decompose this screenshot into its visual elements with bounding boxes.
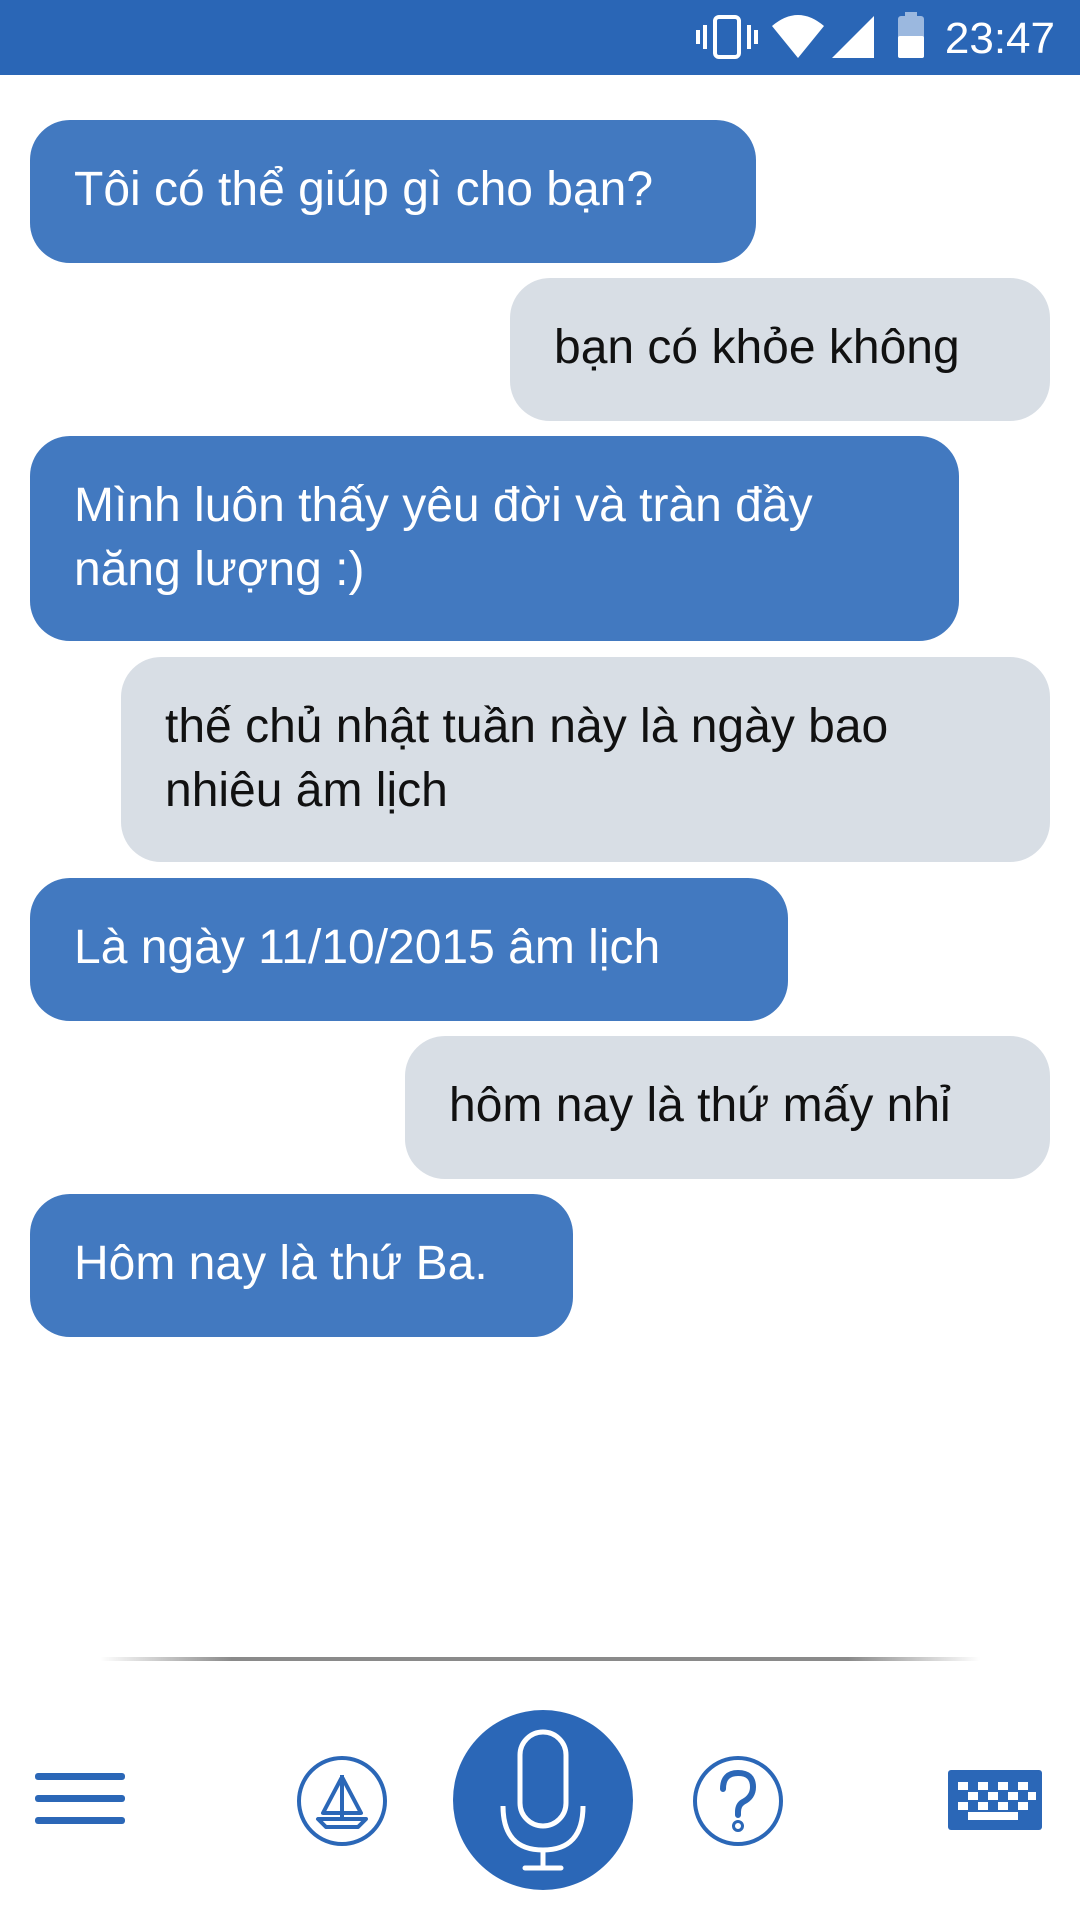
user-message: thế chủ nhật tuần này là ngày bao nhiêu … bbox=[121, 657, 1050, 862]
assistant-message: Mình luôn thấy yêu đời và tràn đầy năng … bbox=[30, 436, 959, 641]
boat-icon[interactable] bbox=[296, 1755, 388, 1847]
status-bar: 23:47 bbox=[0, 0, 1080, 75]
menu-icon[interactable] bbox=[30, 1770, 130, 1830]
assistant-message: Hôm nay là thứ Ba. bbox=[30, 1194, 573, 1337]
divider bbox=[100, 1657, 980, 1661]
assistant-message: Là ngày 11/10/2015 âm lịch bbox=[30, 878, 788, 1021]
user-message: hôm nay là thứ mấy nhỉ bbox=[405, 1036, 1050, 1179]
status-icons bbox=[696, 12, 924, 59]
keyboard-icon[interactable] bbox=[946, 1768, 1044, 1832]
microphone-button[interactable] bbox=[453, 1710, 633, 1890]
assistant-message: Tôi có thể giúp gì cho bạn? bbox=[30, 120, 756, 263]
microphone-icon bbox=[500, 1729, 586, 1871]
help-icon[interactable] bbox=[692, 1755, 784, 1847]
wifi-icon bbox=[772, 15, 824, 58]
chat-area: Tôi có thể giúp gì cho bạn? bạn có khỏe … bbox=[0, 75, 1080, 1635]
cell-signal-icon bbox=[832, 16, 874, 58]
vibrate-icon bbox=[696, 15, 758, 59]
battery-icon bbox=[898, 12, 924, 58]
user-message: bạn có khỏe không bbox=[510, 278, 1050, 421]
status-time: 23:47 bbox=[944, 14, 1055, 63]
